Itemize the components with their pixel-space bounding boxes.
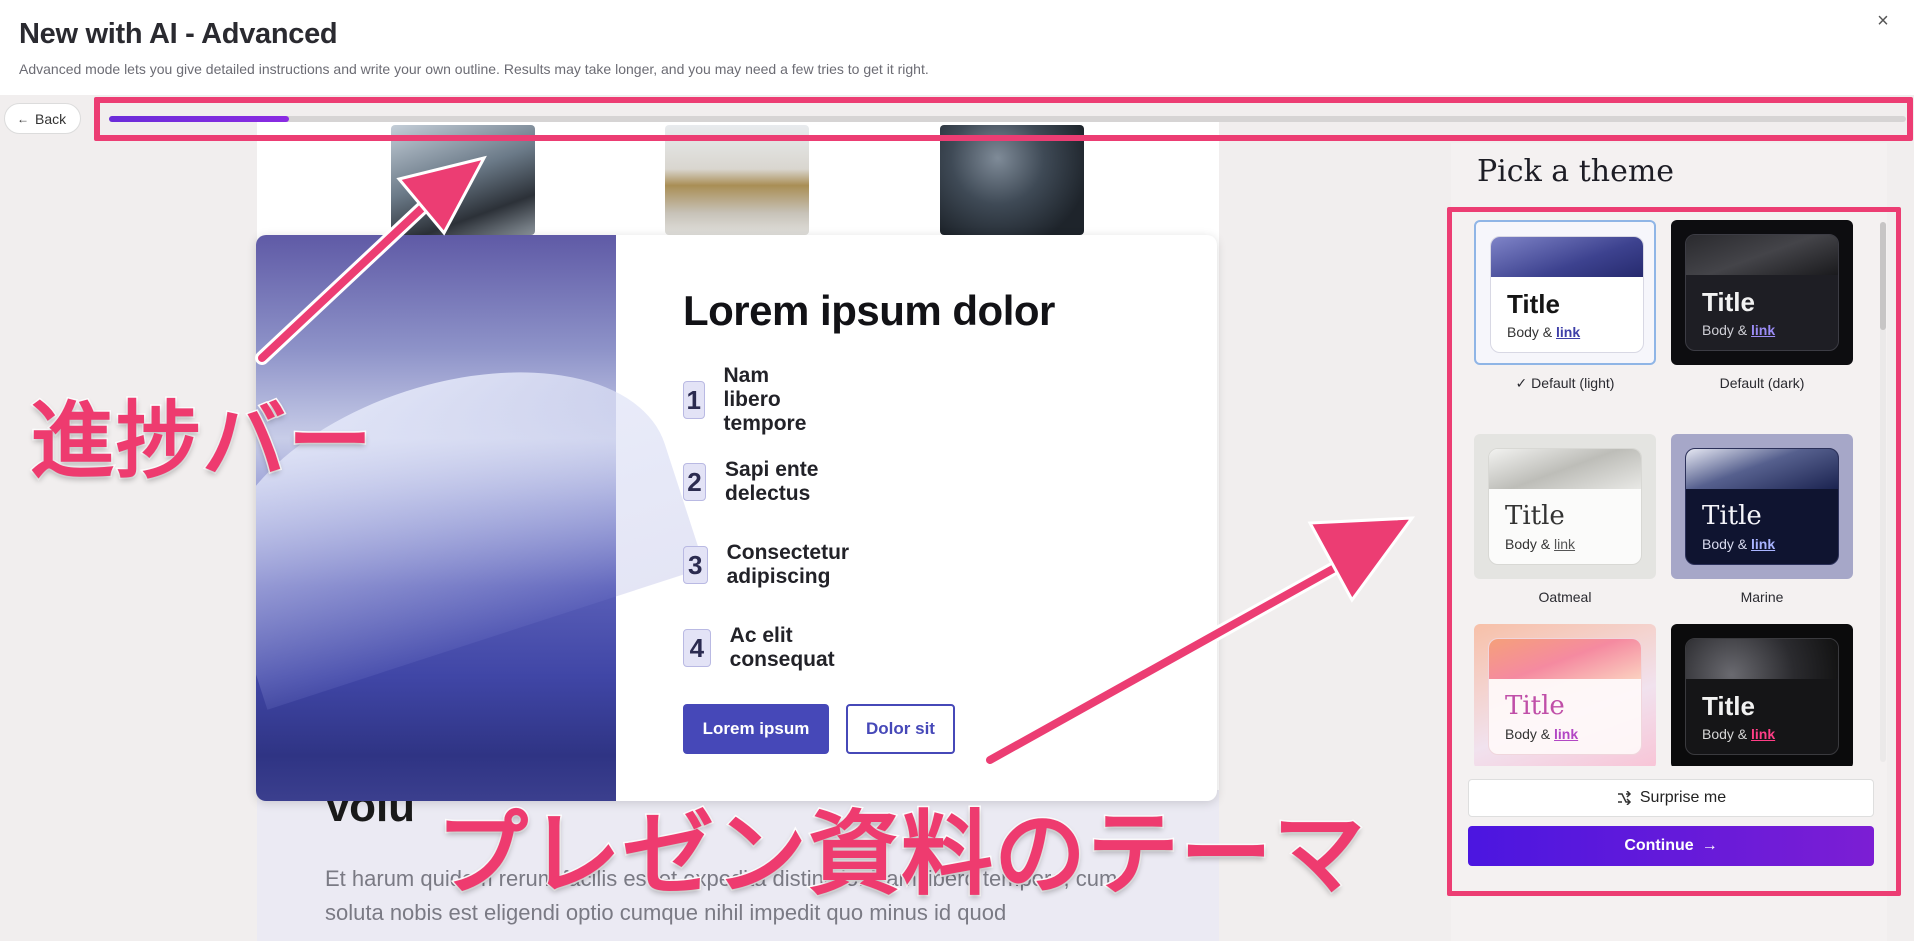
dialog-title: New with AI - Advanced [19, 18, 338, 50]
theme-label: Marine [1740, 589, 1784, 605]
list-item: 3 Consectetur adipiscing [683, 541, 865, 588]
number-badge: 2 [683, 463, 707, 501]
progress-bar [109, 116, 1906, 122]
list-item: 2 Sapi ente delectus [683, 458, 827, 505]
continue-button[interactable]: Continue → [1468, 826, 1874, 866]
number-badge: 4 [683, 629, 711, 667]
theme-option-gradient[interactable]: Title Body & link [1474, 624, 1656, 766]
theme-title-sample: Title [1702, 691, 1755, 721]
check-icon: ✓ [1515, 375, 1528, 391]
annotation-theme-label: プレゼン資料のテーマ [434, 803, 1367, 908]
slide-primary-button: Lorem ipsum [683, 704, 829, 754]
annotation-progress-label: 進捗バー [28, 393, 375, 490]
theme-grid: Title Body & link ✓ Default (light) Titl… [1471, 218, 1879, 766]
abstract-wave-image [256, 235, 705, 801]
slide-title: Lorem ipsum dolor [683, 287, 1055, 334]
progress-bar-fill [109, 116, 289, 122]
arrow-left-icon: ← [17, 111, 29, 126]
theme-body-sample: Body & link [1702, 322, 1776, 338]
theme-option-oatmeal[interactable]: Title Body & link Oatmeal [1474, 434, 1656, 605]
theme-title-sample: Title [1505, 501, 1565, 531]
theme-label: Default (dark) [1719, 375, 1805, 391]
theme-body-sample: Body & link [1507, 324, 1581, 340]
theme-body-sample: Body & link [1702, 536, 1776, 552]
number-badge: 1 [683, 381, 705, 419]
list-item-text: Ac elit consequat [729, 624, 835, 671]
theme-option-default-dark[interactable]: Title Body & link Default (dark) [1671, 220, 1853, 391]
stars-thumbnail [940, 125, 1084, 235]
theme-option-marine[interactable]: Title Body & link Marine [1671, 434, 1853, 605]
theme-label: Oatmeal [1538, 589, 1592, 605]
mountain-thumbnail [391, 125, 535, 235]
theme-body-sample: Body & link [1702, 726, 1776, 742]
theme-label: ✓ Default (light) [1515, 375, 1615, 391]
list-item-text: Consectetur adipiscing [726, 541, 850, 588]
back-button-label: Back [35, 110, 67, 127]
list-item-text: Sapi ente delectus [725, 458, 819, 505]
back-button[interactable]: ← Back [4, 103, 82, 134]
surprise-me-label: Surprise me [1639, 789, 1727, 806]
list-item: 1 Nam libero tempore [683, 364, 825, 435]
preview-slide-card: Lorem ipsum dolor 1 Nam libero tempore 2… [256, 235, 1217, 801]
dialog-header: New with AI - Advanced Advanced mode let… [0, 0, 1914, 95]
theme-panel-title: Pick a theme [1477, 154, 1675, 189]
theme-title-sample: Title [1702, 501, 1762, 531]
theme-title-sample: Title [1702, 287, 1755, 317]
slide-secondary-button: Dolor sit [846, 704, 955, 754]
theme-option-dark-pink[interactable]: Title Body & link [1671, 624, 1853, 766]
list-item: 4 Ac elit consequat [683, 624, 847, 671]
theme-list-scrollbar[interactable] [1880, 222, 1886, 762]
close-icon[interactable]: × [1870, 8, 1896, 34]
list-item-text: Nam libero tempore [723, 364, 807, 435]
arrow-right-icon: → [1701, 837, 1718, 854]
astronaut-thumbnail [665, 125, 809, 235]
theme-title-sample: Title [1505, 691, 1565, 721]
theme-body-sample: Body & link [1505, 726, 1579, 742]
continue-label: Continue [1624, 837, 1694, 854]
surprise-me-button[interactable]: Surprise me [1468, 779, 1874, 817]
theme-option-default-light[interactable]: Title Body & link ✓ Default (light) [1474, 220, 1656, 392]
dialog-subtitle: Advanced mode lets you give detailed ins… [19, 61, 929, 77]
shuffle-icon [1617, 791, 1631, 805]
theme-body-sample: Body & link [1505, 536, 1576, 552]
theme-title-sample: Title [1507, 289, 1560, 319]
scrollbar-thumb[interactable] [1880, 222, 1886, 330]
number-badge: 3 [683, 546, 708, 584]
